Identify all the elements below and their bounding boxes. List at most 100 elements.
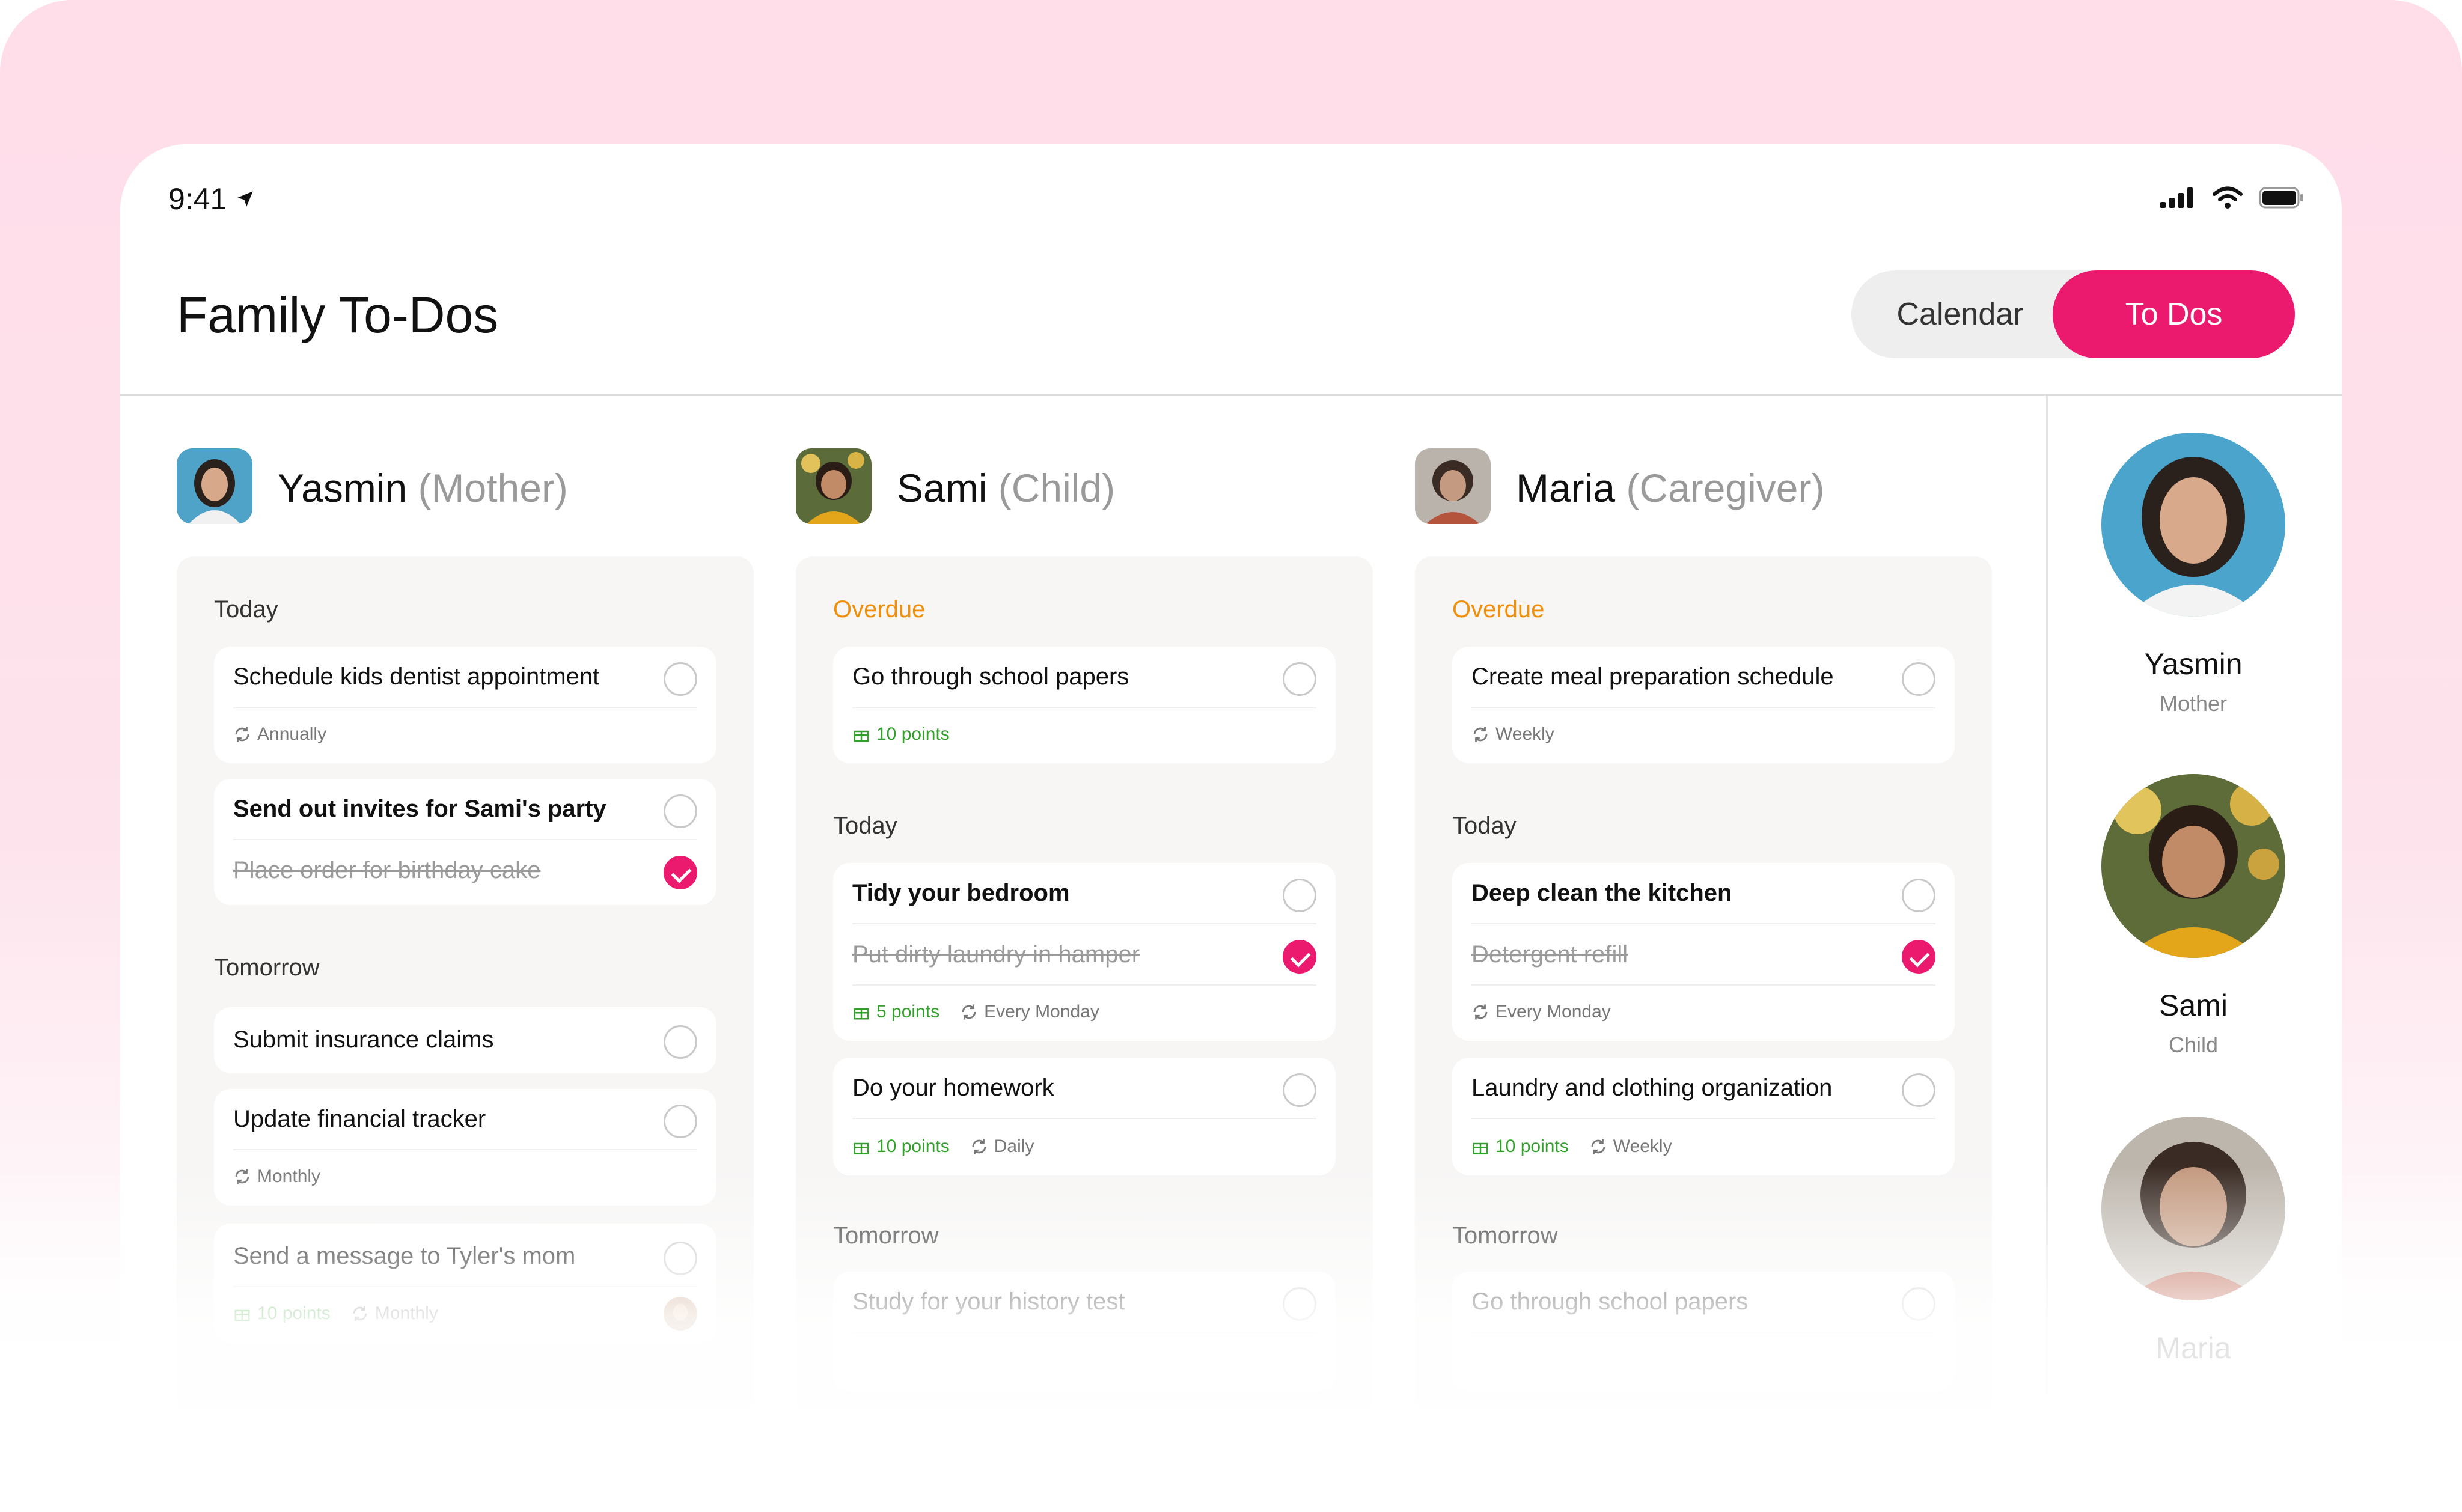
todo-checkbox[interactable]: [1902, 1073, 1935, 1107]
todo-text: Send a message to Tyler's mom: [233, 1243, 576, 1269]
column-title: Maria (Caregiver): [1516, 465, 1824, 511]
todo-checkbox[interactable]: [1902, 879, 1935, 912]
tab-calendar[interactable]: Calendar: [1851, 270, 2069, 358]
points-label: 5 points: [876, 1002, 940, 1022]
todo-text: Schedule kids dentist appointment: [233, 663, 600, 690]
gift-icon: [1473, 1142, 1488, 1154]
repeat-icon: [235, 727, 249, 742]
person-name: Sami: [2159, 989, 2228, 1022]
repeat-icon: [1473, 1004, 1488, 1020]
todo-meta: 10 points Weekly: [1471, 1135, 1672, 1159]
avatar[interactable]: [2101, 1117, 2285, 1300]
person-name: Maria: [1516, 466, 1616, 510]
todo-row[interactable]: Do your homework: [852, 1058, 1316, 1119]
todo-row[interactable]: Laundry and clothing organization: [1471, 1058, 1935, 1119]
points-label: 10 points: [257, 1303, 331, 1323]
person-name: Sami: [897, 466, 988, 510]
todo-row[interactable]: Send out invites for Sami's party: [233, 779, 697, 840]
todo-row[interactable]: Go through school papers: [1471, 1272, 1935, 1333]
todo-checkbox[interactable]: [1283, 879, 1316, 912]
todo-card: Laundry and clothing organization 10 poi…: [1452, 1058, 1955, 1175]
column-header: Maria (Caregiver): [1415, 448, 1992, 526]
todo-card: Update financial tracker Monthly: [214, 1089, 716, 1206]
todo-text: Tidy your bedroom: [852, 880, 1070, 906]
todo-checkbox[interactable]: [664, 1105, 697, 1138]
person-role: Child: [2168, 1032, 2219, 1057]
assignee-avatar: [664, 1297, 697, 1331]
todo-card: Do your homework 10 points Daily: [833, 1058, 1336, 1175]
todo-card: Study for your history test: [833, 1272, 1336, 1392]
avatar: [1415, 448, 1491, 524]
avatar[interactable]: [2101, 774, 2285, 958]
column-title: Sami (Child): [897, 465, 1115, 511]
todo-row[interactable]: Create meal preparation schedule: [1471, 647, 1935, 708]
todo-row[interactable]: Schedule kids dentist appointment: [233, 647, 697, 708]
todo-checkbox[interactable]: [664, 1025, 697, 1059]
todo-checkbox[interactable]: [1283, 1073, 1316, 1107]
todo-card: Create meal preparation schedule Weekly: [1452, 647, 1955, 763]
subtask-text: Place order for birthday cake: [233, 857, 541, 883]
todo-text: Update financial tracker: [233, 1106, 486, 1132]
todo-checkbox[interactable]: [664, 794, 697, 828]
subtask-row[interactable]: Put dirty laundry in hamper: [852, 924, 1316, 986]
repeat-icon: [1591, 1139, 1605, 1154]
todo-checkbox[interactable]: [664, 1242, 697, 1275]
view-switcher: Calendar To Dos: [1851, 270, 2295, 358]
subtask-row[interactable]: Detergent refill: [1471, 924, 1935, 986]
status-bar-left: 9:41: [168, 181, 255, 216]
avatar: [796, 448, 872, 524]
section-label-overdue: Overdue: [1452, 596, 1545, 623]
todo-card: Schedule kids dentist appointment Annual…: [214, 647, 716, 763]
repeat-label: Daily: [994, 1136, 1034, 1156]
todo-row[interactable]: Send a message to Tyler's mom: [233, 1226, 697, 1287]
gift-icon: [234, 1309, 250, 1321]
todo-meta: 10 points: [852, 722, 950, 746]
todo-panel: Overdue Go through school papers 10 poin…: [796, 556, 1373, 1436]
todo-card: Send out invites for Sami's party Place …: [214, 779, 716, 905]
repeat-icon: [972, 1139, 986, 1154]
section-label-today: Today: [214, 596, 278, 623]
todo-row[interactable]: Submit insurance claims: [233, 1010, 697, 1070]
avatar[interactable]: [2101, 433, 2285, 617]
section-label-tomorrow: Tomorrow: [1452, 1222, 1558, 1249]
todo-card: Deep clean the kitchen Detergent refill …: [1452, 863, 1955, 1041]
todo-text: Study for your history test: [852, 1288, 1125, 1315]
subtask-row[interactable]: Place order for birthday cake: [233, 840, 697, 900]
todo-row[interactable]: Study for your history test: [852, 1272, 1316, 1333]
todo-card: Tidy your bedroom Put dirty laundry in h…: [833, 863, 1336, 1041]
avatar: [177, 448, 252, 524]
repeat-icon: [962, 1004, 976, 1020]
todo-card: Submit insurance claims: [214, 1007, 716, 1073]
header-divider: [120, 394, 2342, 396]
checked-checkbox[interactable]: [1283, 940, 1316, 974]
column-header: Yasmin (Mother): [177, 448, 754, 526]
todo-row[interactable]: Update financial tracker: [233, 1089, 697, 1150]
todo-meta: 10 points Daily: [852, 1135, 1034, 1159]
points-label: 10 points: [876, 1136, 950, 1156]
person-role: (Mother): [418, 466, 568, 510]
person-name: Yasmin: [278, 466, 408, 510]
checked-checkbox[interactable]: [664, 856, 697, 889]
gift-icon: [854, 1142, 869, 1154]
todo-card: Go through school papers: [1452, 1272, 1955, 1392]
status-time: 9:41: [168, 182, 227, 216]
todo-row[interactable]: Tidy your bedroom: [852, 863, 1316, 924]
todo-checkbox[interactable]: [1902, 662, 1935, 696]
section-label-today: Today: [833, 812, 897, 839]
todo-meta: Annually: [233, 722, 326, 746]
checked-checkbox[interactable]: [1902, 940, 1935, 974]
todo-checkbox[interactable]: [1283, 1287, 1316, 1321]
repeat-label: Monthly: [257, 1166, 321, 1186]
todo-checkbox[interactable]: [1902, 1287, 1935, 1321]
todo-row[interactable]: Deep clean the kitchen: [1471, 863, 1935, 924]
todo-card: Send a message to Tyler's mom 10 points …: [214, 1224, 716, 1344]
todo-checkbox[interactable]: [664, 662, 697, 696]
person-name: Yasmin: [2144, 647, 2243, 681]
todo-checkbox[interactable]: [1283, 662, 1316, 696]
todo-text: Go through school papers: [852, 663, 1129, 690]
tab-to-dos[interactable]: To Dos: [2053, 270, 2295, 358]
repeat-icon: [235, 1169, 249, 1184]
todo-meta: Every Monday: [1471, 1000, 1611, 1024]
column-header: Sami (Child): [796, 448, 1373, 526]
todo-row[interactable]: Go through school papers: [852, 647, 1316, 708]
